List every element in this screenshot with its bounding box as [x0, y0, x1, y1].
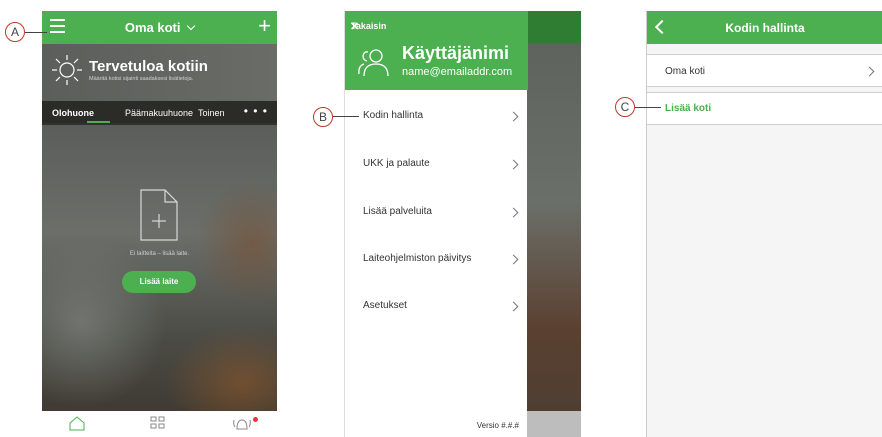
sun-icon: [52, 55, 82, 85]
add-home-row[interactable]: Lisää koti: [647, 92, 882, 125]
chevron-right-icon: [508, 301, 519, 312]
alarm-bell-icon[interactable]: [232, 416, 252, 432]
menu-item-ukk[interactable]: UKK ja palaute: [363, 158, 430, 169]
add-home-label: Lisää koti: [665, 103, 712, 114]
tab-paamakuuhuone[interactable]: Päämakuuhuone: [125, 108, 193, 118]
chevron-right-icon: [508, 207, 519, 218]
chevron-down-icon: [186, 21, 196, 31]
callout-a-line: [25, 32, 47, 33]
room-tabs: Olohuone Päämakuuhuone Toinen • • •: [42, 101, 277, 125]
menu-item-laiteohjelmisto[interactable]: Laiteohjelmiston päivitys: [363, 253, 471, 264]
welcome-subtitle[interactable]: Määritä kotisi sijainti saadaksesi lisät…: [89, 76, 193, 82]
side-menu-screen: ✕ Takaisin Käyttäjänimi name@emailaddr.c…: [344, 11, 581, 437]
chevron-right-icon: [508, 111, 519, 122]
side-menu-panel: ✕ Takaisin Käyttäjänimi name@emailaddr.c…: [344, 11, 528, 437]
home-screen: Oma koti + Tervetuloa kotiin Määritä kot…: [42, 11, 277, 437]
more-icon[interactable]: • • •: [244, 104, 268, 118]
screen-title: Kodin hallinta: [725, 21, 805, 35]
home-row-oma-koti[interactable]: Oma koti: [647, 54, 882, 87]
profile-header: ✕ Takaisin Käyttäjänimi name@emailaddr.c…: [345, 11, 528, 90]
back-link[interactable]: ✕ Takaisin: [350, 20, 386, 33]
close-icon[interactable]: ✕: [350, 20, 359, 33]
menu-item-lisaa-palveluita[interactable]: Lisää palveluita: [363, 206, 432, 217]
menu-item-kodin-hallinta[interactable]: Kodin hallinta: [363, 110, 423, 121]
welcome-banner: Tervetuloa kotiin Määritä kotisi sijaint…: [42, 44, 277, 101]
user-name: Käyttäjänimi: [402, 43, 510, 63]
home-row-label: Oma koti: [665, 66, 706, 77]
home-selector-label: Oma koti: [124, 20, 181, 35]
home-selector[interactable]: Oma koti: [42, 20, 277, 35]
screen-header: Kodin hallinta: [647, 11, 882, 44]
home-icon[interactable]: [69, 416, 85, 431]
chevron-right-icon: [508, 159, 519, 170]
add-device-document-icon[interactable]: [140, 189, 178, 241]
chevron-right-icon: [864, 66, 875, 77]
app-header: Oma koti +: [42, 11, 277, 44]
active-tab-underline: [87, 121, 110, 123]
user-email: name@emailaddr.com: [402, 66, 513, 78]
tab-olohuone[interactable]: Olohuone: [52, 108, 94, 118]
callout-c: C: [615, 97, 635, 117]
add-icon[interactable]: +: [258, 15, 271, 37]
notification-badge: [253, 417, 258, 422]
menu-item-asetukset[interactable]: Asetukset: [363, 300, 407, 311]
callout-b-line: [333, 116, 359, 117]
add-device-button[interactable]: Lisää laite: [122, 271, 196, 293]
bottom-nav: [42, 411, 277, 437]
callout-b: B: [313, 107, 333, 127]
grid-icon[interactable]: [150, 416, 166, 430]
dimmed-background[interactable]: [527, 11, 581, 437]
welcome-title: Tervetuloa kotiin: [89, 58, 208, 75]
chevron-right-icon: [508, 254, 519, 265]
callout-c-line: [635, 107, 661, 108]
callout-a: A: [5, 22, 25, 42]
tab-toinen[interactable]: Toinen: [198, 108, 225, 118]
home-management-screen: Kodin hallinta Oma koti Lisää koti: [646, 11, 882, 437]
users-icon: [358, 49, 389, 77]
dimmed-nav-strip: [527, 411, 581, 437]
empty-state-text: Ei laitteita – lisää laite.: [129, 251, 190, 257]
version-label: Versio #.#.#: [476, 421, 519, 430]
